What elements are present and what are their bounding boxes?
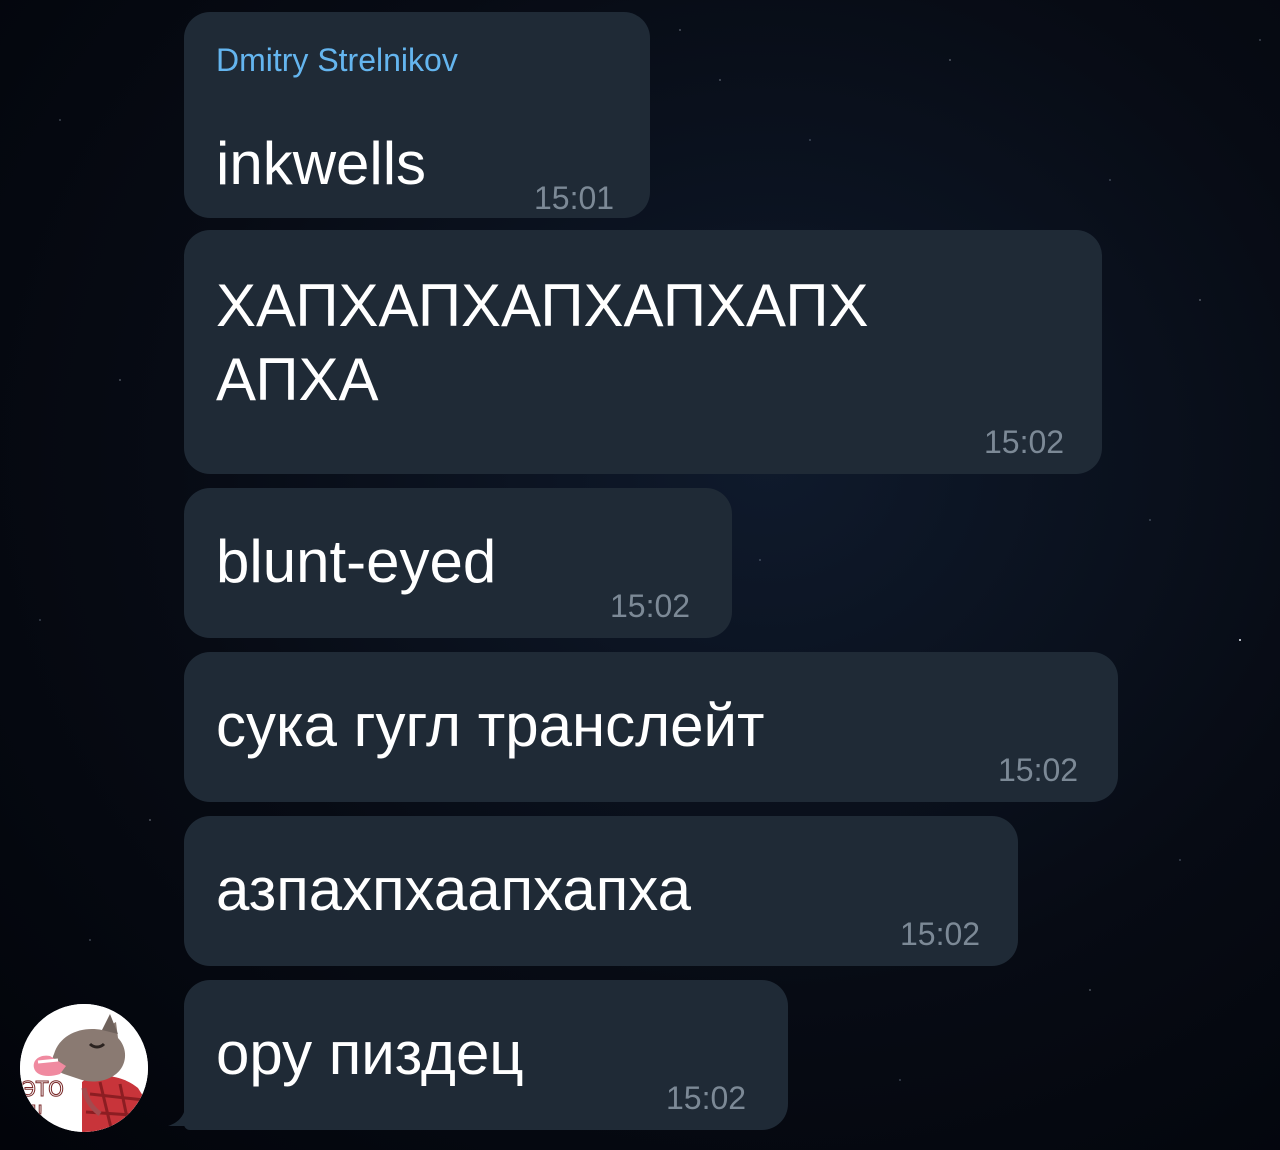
message-text: blunt-eyed bbox=[216, 528, 497, 595]
bubble-tail bbox=[168, 1100, 198, 1126]
message-text: азпахпхаапхапха bbox=[216, 856, 691, 923]
svg-text:Я!: Я! bbox=[24, 1102, 44, 1123]
message-time: 15:02 bbox=[610, 588, 691, 624]
message-time: 15:02 bbox=[900, 916, 981, 952]
message-text-line-2: АПХА bbox=[216, 346, 379, 413]
message-time: 15:02 bbox=[998, 752, 1079, 788]
message-bubble[interactable]: Dmitry Strelnikov inkwells 15:01 bbox=[184, 12, 650, 218]
svg-text:ЭТО: ЭТО bbox=[22, 1077, 64, 1101]
sender-name[interactable]: Dmitry Strelnikov bbox=[216, 42, 458, 79]
sticker-caption: ЭТО Я! bbox=[22, 1077, 65, 1124]
message-bubble[interactable]: сука гугл транслейт 15:02 bbox=[184, 652, 1118, 802]
message-list[interactable]: Dmitry Strelnikov inkwells 15:01 ХАПХАПХ… bbox=[0, 0, 1280, 1150]
message-text: ору пиздец bbox=[216, 1020, 524, 1087]
avatar[interactable]: ЭТО Я! bbox=[20, 1004, 148, 1132]
message-text: inkwells bbox=[216, 130, 427, 197]
message-bubble[interactable]: азпахпхаапхапха 15:02 bbox=[184, 816, 1018, 966]
message-bubble[interactable]: blunt-eyed 15:02 bbox=[184, 488, 732, 638]
message-bubble[interactable]: ору пиздец 15:02 bbox=[184, 980, 788, 1130]
message-time: 15:01 bbox=[534, 180, 615, 216]
message-text-line-1: ХАПХАПХАПХАПХАПХ bbox=[216, 272, 869, 339]
message-text: сука гугл транслейт bbox=[216, 692, 765, 759]
message-time: 15:02 bbox=[666, 1080, 747, 1116]
message-bubble[interactable]: ХАПХАПХАПХАПХАПХ АПХА 15:02 bbox=[184, 230, 1102, 474]
message-time: 15:02 bbox=[984, 424, 1065, 460]
